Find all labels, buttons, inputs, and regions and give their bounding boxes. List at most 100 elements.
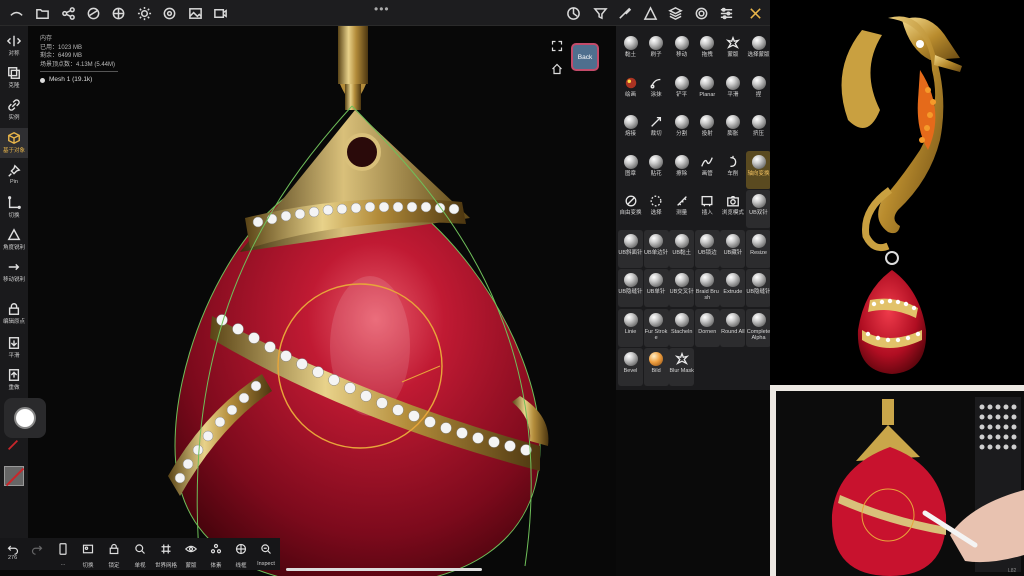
share-icon[interactable] [58,3,78,23]
tools-icon[interactable] [745,3,765,23]
brush-5-1[interactable]: UB单边针 [643,229,669,268]
texture-icon[interactable] [108,3,128,23]
bottombar-item-device[interactable]: … [50,542,76,567]
brush-7-4[interactable]: Round All [720,308,746,347]
layers-icon[interactable] [665,3,685,23]
leftbar-item-object-based[interactable]: 基于对象 [0,128,28,158]
brush-0-3[interactable]: 拖拽 [695,32,720,70]
brush-7-0[interactable]: Linie [618,308,643,347]
brush-size-knob[interactable] [14,407,36,429]
brush-3-3[interactable]: 画管 [695,151,720,189]
leftbar-item-redo[interactable]: 重做 [0,368,28,391]
brush-5-4[interactable]: UB藏针 [720,229,746,268]
brush-6-3[interactable]: Braid Brush [694,269,720,307]
brush-1-4[interactable]: 平滑 [720,72,745,110]
brush-0-1[interactable]: 刷子 [644,32,669,70]
brush-2-3[interactable]: 投射 [695,111,720,149]
brush-4-1[interactable]: 选择 [644,190,669,228]
brush-3-5[interactable]: 轴向变换 [746,150,770,189]
brush-2-0[interactable]: 熔接 [618,111,643,149]
leftbar-item-angle-snap[interactable]: 角度锐利 [0,228,28,251]
brush-3-2[interactable]: 擦除 [669,151,694,189]
brush-0-0[interactable]: 黏土 [618,32,643,70]
brush-2-2[interactable]: 分割 [669,111,694,149]
brush-5-2[interactable]: UB黏土 [669,229,695,268]
brush-2-4[interactable]: 膨胀 [720,111,745,149]
bottombar-item-switch[interactable]: 切换 [75,542,101,569]
leftbar-item-move-snap[interactable]: 移动锐利 [0,260,28,283]
brush-1-1[interactable]: 涂抹 [644,72,669,110]
brush-8-2[interactable]: Blur Mask [669,348,695,386]
brush-2-1[interactable]: 裁切 [644,111,669,149]
bottombar-item-world-grid[interactable]: 世界网格 [153,542,179,569]
stroke-icon[interactable] [6,438,20,452]
brush-5-0[interactable]: UB斜面针 [618,229,643,268]
brush-1-5[interactable]: 捏 [746,72,770,110]
brush-3-0[interactable]: 图章 [618,151,643,189]
brush-1-3[interactable]: Planar [695,72,720,110]
leftbar-item-pin[interactable]: Pin [0,164,28,185]
brush-3-1[interactable]: 贴花 [644,151,669,189]
brush-0-4[interactable]: 蒙版 [720,32,745,70]
brush-1-0[interactable]: 绘画 [618,72,643,110]
leftbar-item-symmetry[interactable]: 对称 [0,34,28,57]
frame-icon[interactable] [551,40,563,52]
logo-icon[interactable] [6,3,26,23]
folder-icon[interactable] [32,3,52,23]
3d-viewport[interactable] [0,26,616,576]
brush-4-5[interactable]: UB双针 [746,190,770,228]
brush-6-1[interactable]: UB单针 [643,269,669,307]
brush-size-slider[interactable] [4,398,46,438]
brush-4-3[interactable]: 插入 [695,190,720,228]
brush-5-3[interactable]: UB锁边 [694,229,720,268]
leftbar-item-instance[interactable]: 实例 [0,98,28,121]
brush-7-5[interactable]: Complete Alpha [746,308,770,347]
leftbar-item-smooth[interactable]: 平滑 [0,336,28,359]
brush-6-4[interactable]: Extrude [720,269,746,307]
leftbar-item-edit-origin[interactable]: 编辑原点 [0,302,28,325]
brush-0-2[interactable]: 移动 [669,32,694,70]
brush-4-2[interactable]: 测量 [669,190,694,228]
mesh-row[interactable]: Mesh 1 (19.1k) [40,76,118,85]
brush-6-0[interactable]: UB隐缝针 [618,269,643,307]
bottombar-item-inspect[interactable]: Inspect [253,542,279,567]
brush-7-1[interactable]: Fur Stroke [643,308,669,347]
sliders-icon[interactable] [716,3,736,23]
color-swatch[interactable] [4,466,24,486]
bottombar-item-mask[interactable]: 蒙版 [178,542,204,569]
back-button[interactable]: Back [571,43,599,71]
brush-4-4[interactable]: 浏览模式 [720,190,745,228]
gizmo-icon[interactable] [563,3,583,23]
brush-3-4[interactable]: 车削 [720,151,745,189]
brush-icon[interactable] [614,3,634,23]
brush-6-2[interactable]: UB交叉针 [669,269,695,307]
filter-icon[interactable] [590,3,610,23]
redo-button[interactable] [24,542,50,560]
brush-7-2[interactable]: Stacheln [669,308,695,347]
brush-sphere-icon [700,312,715,327]
bottombar-item-lock[interactable]: 锁定 [101,542,127,569]
brush-2-5[interactable]: 挤压 [746,111,770,149]
leftbar-item-clone[interactable]: 克隆 [0,66,28,89]
bottombar-item-solo[interactable]: 单视 [127,542,153,569]
brush-0-5[interactable]: 选择蒙版 [746,32,770,70]
home-icon[interactable] [551,63,563,75]
brush-1-2[interactable]: 铲平 [669,72,694,110]
more-menu[interactable]: ••• [374,2,390,16]
shade-icon[interactable] [640,3,660,23]
light-icon[interactable] [134,3,154,23]
bottombar-item-wireframe[interactable]: 线框 [228,542,254,569]
brush-8-0[interactable]: Bevel [618,348,643,386]
brush-6-5[interactable]: UB隐缝针 [746,269,770,307]
brush-8-1[interactable]: Bild [643,348,669,386]
bottombar-item-voxel[interactable]: 体素 [203,542,229,569]
brush-7-3[interactable]: Dornen [694,308,720,347]
material-icon[interactable] [159,3,179,23]
settings-icon[interactable] [691,3,711,23]
video-icon[interactable] [210,3,230,23]
brush-5-5[interactable]: Resize [746,229,770,268]
mask-icon[interactable] [83,3,103,23]
leftbar-item-switch[interactable]: 切换 [0,196,28,219]
brush-4-0[interactable]: 自由变换 [618,190,643,228]
image-icon[interactable] [185,3,205,23]
